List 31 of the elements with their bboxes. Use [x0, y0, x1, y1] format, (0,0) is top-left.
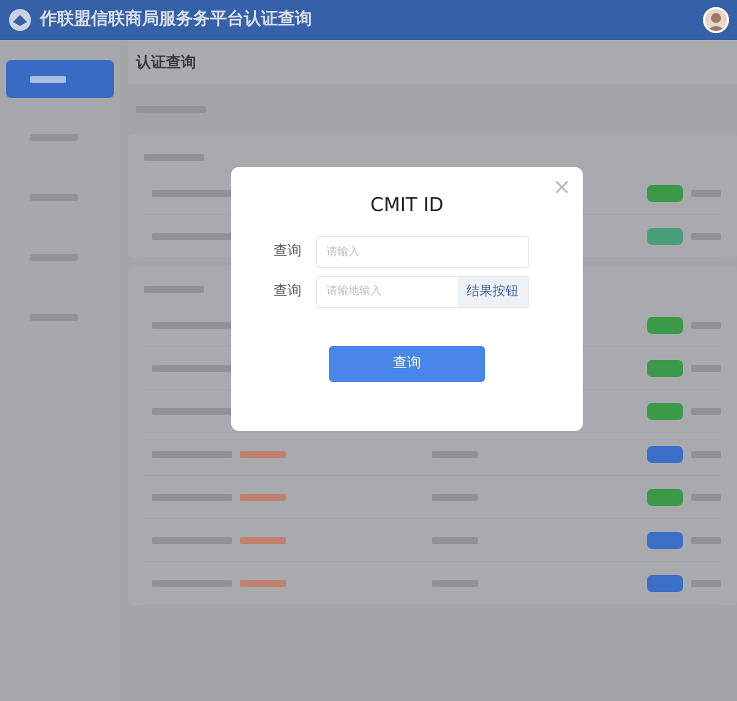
blurred-text: [240, 494, 286, 500]
input-field[interactable]: 请输入: [316, 236, 528, 268]
blurred-text: [691, 364, 721, 372]
sidebar-item[interactable]: [6, 60, 114, 98]
blurred-text: [144, 154, 204, 160]
field-label: 查询: [274, 242, 302, 261]
page-title: 认证查询: [136, 52, 196, 73]
blurred-text: [691, 494, 721, 500]
close-button[interactable]: ×: [552, 177, 571, 199]
query-button[interactable]: 查询: [329, 346, 485, 382]
blurred-text: [691, 450, 721, 458]
blurred-text: [30, 76, 66, 82]
blurred-text: [144, 286, 204, 292]
dialog-title: CMIT ID: [370, 193, 444, 218]
blurred-text: [691, 322, 721, 328]
blurred-text: [240, 536, 286, 544]
blurred-text: [432, 494, 478, 500]
app-title: 作联盟信联商局服务务平台认证查询: [40, 8, 312, 32]
logo-icon: [8, 8, 32, 32]
blurred-text: [432, 580, 478, 586]
blurred-text: [691, 232, 721, 240]
field-label: 查询: [274, 282, 302, 301]
blurred-text: [691, 536, 721, 544]
avatar[interactable]: [703, 7, 729, 33]
blurred-text: [691, 580, 721, 586]
blurred-text: [691, 190, 721, 196]
blurred-text: [691, 408, 721, 414]
blurred-text: [432, 450, 478, 458]
blurred-text: [240, 580, 286, 586]
blurred-text: [432, 536, 478, 544]
blurred-text: [240, 450, 286, 458]
